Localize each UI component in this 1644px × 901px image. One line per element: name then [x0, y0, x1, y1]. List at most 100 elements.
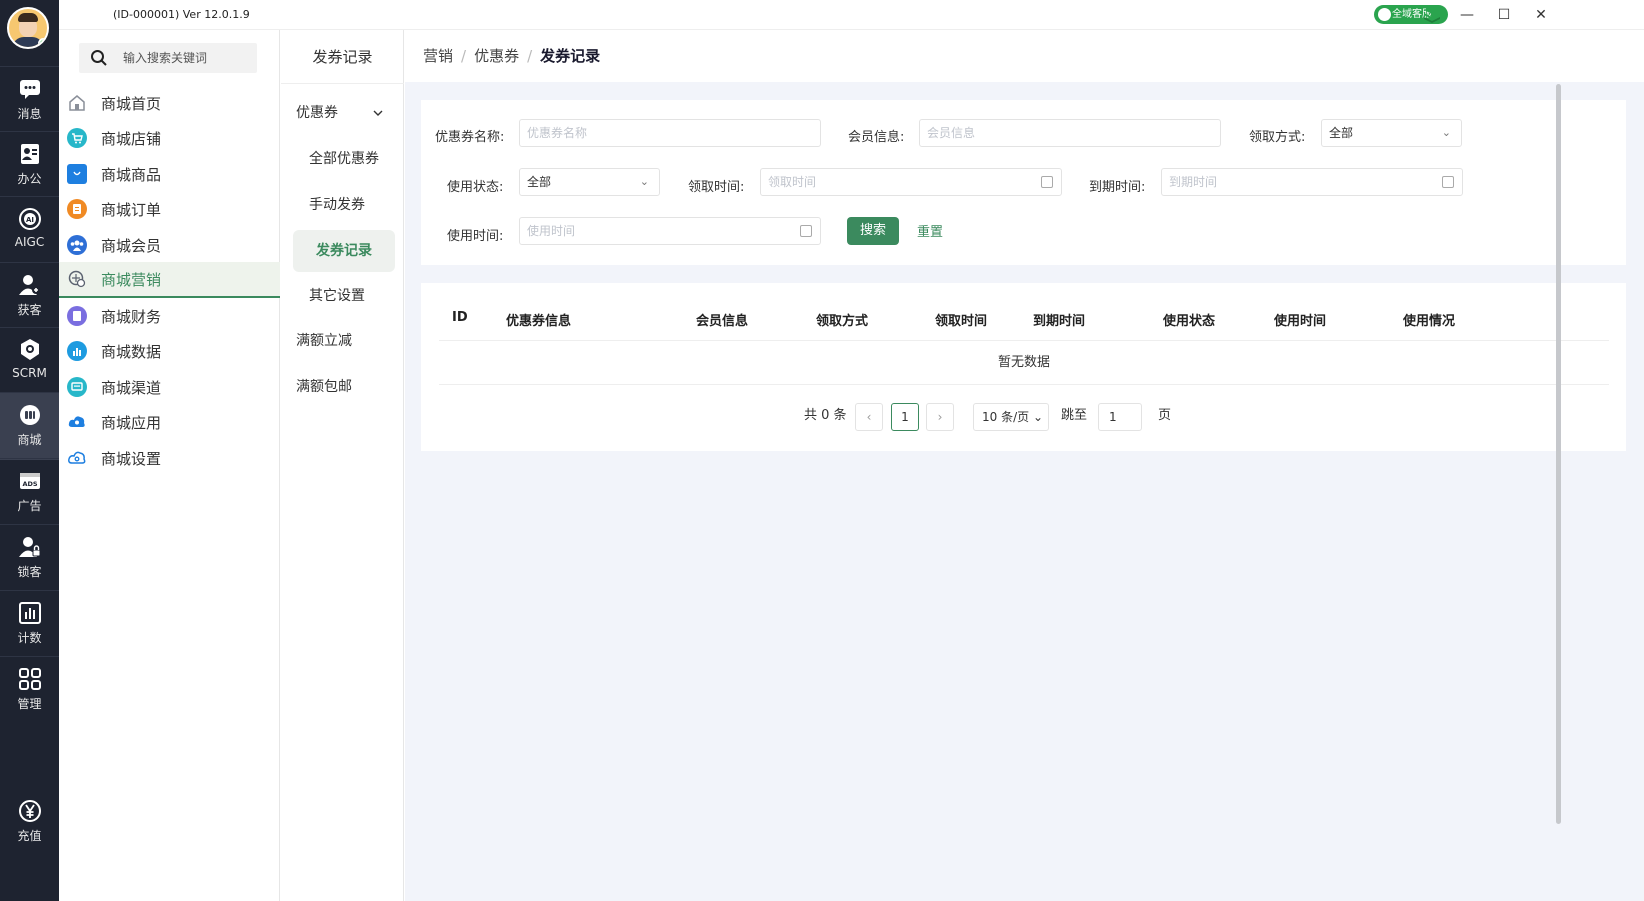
menu-item-label: 商城数据	[101, 342, 162, 361]
expire-time-picker[interactable]: 到期时间	[1161, 168, 1463, 196]
menu-item-label: 商城设置	[101, 449, 162, 468]
rail-label: 计数	[17, 631, 42, 645]
minimize-button[interactable]: —	[1457, 5, 1477, 25]
menu-item-store-channels[interactable]: 商城渠道	[59, 369, 280, 405]
search-button[interactable]: 搜索	[847, 217, 899, 245]
grid-icon	[18, 668, 41, 690]
menu-item-label: 商城渠道	[101, 378, 162, 397]
subnav-item-all-coupons[interactable]: 全部优惠券	[281, 138, 404, 180]
coupon-name-input[interactable]: 优惠券名称	[519, 119, 821, 147]
order-icon	[67, 199, 87, 219]
rail-item-count[interactable]: 计数	[0, 590, 59, 658]
reset-button[interactable]: 重置	[917, 221, 943, 240]
rail-item-ads[interactable]: ADS 广告	[0, 458, 59, 526]
menu-item-label: 商城订单	[101, 200, 162, 219]
menu-item-store-products[interactable]: 商城商品	[59, 156, 280, 192]
column-header: 使用状态	[1163, 314, 1216, 329]
cart-icon	[67, 128, 87, 148]
menu-item-store-settings[interactable]: 商城设置	[59, 440, 280, 476]
search-input[interactable]	[123, 48, 253, 68]
rail-label: 商城	[17, 433, 42, 447]
chevron-down-icon: ⌄	[1441, 126, 1451, 139]
rail-item-messages[interactable]: 消息	[0, 66, 59, 134]
rail-item-acquire[interactable]: 获客	[0, 262, 59, 330]
jump-page-input[interactable]: 1	[1098, 403, 1142, 431]
chevron-down-icon: ⌄	[639, 175, 649, 188]
subnav-item-threshold-discount[interactable]: 满额立减	[281, 320, 404, 362]
avatar[interactable]	[7, 7, 49, 49]
members-icon	[67, 235, 87, 255]
subnav-item-threshold-free-shipping[interactable]: 满额包邮	[281, 366, 404, 408]
menu-item-store-orders[interactable]: 商城订单	[59, 191, 280, 227]
member-info-input[interactable]: 会员信息	[919, 119, 1221, 147]
jump-label: 跳至	[1061, 408, 1088, 423]
subnav-item-issue-records[interactable]: 发券记录	[293, 230, 395, 272]
store-icon	[19, 405, 40, 425]
subnav-item-other-settings[interactable]: 其它设置	[281, 275, 404, 317]
receive-time-placeholder: 领取时间	[768, 175, 817, 189]
rail-label: 消息	[17, 107, 42, 121]
menu-item-store-finance[interactable]: 商城财务	[59, 298, 280, 334]
subnav-item-manual-issue[interactable]: 手动发券	[281, 184, 404, 226]
close-button[interactable]: ✕	[1531, 5, 1551, 25]
breadcrumb-marketing[interactable]: 营销	[423, 47, 453, 65]
menu-item-store-data[interactable]: 商城数据	[59, 333, 280, 369]
menu-item-label: 商城财务	[101, 307, 162, 326]
data-chart-icon	[67, 341, 87, 361]
subnav-group-coupons[interactable]: 优惠券	[281, 92, 404, 134]
use-status-value: 全部	[527, 175, 552, 189]
user-lock-icon	[18, 537, 40, 557]
scrm-icon	[20, 339, 39, 360]
calendar-icon	[800, 225, 812, 237]
rail-item-store[interactable]: 商城	[0, 392, 59, 460]
receive-method-select[interactable]: 全部 ⌄	[1321, 119, 1462, 147]
menu-item-label: 商城会员	[101, 236, 162, 255]
rail-label: AIGC	[14, 235, 45, 249]
rail-label: 广告	[17, 499, 42, 513]
rail-item-aigc[interactable]: AI AIGC	[0, 196, 59, 264]
menu-item-store-apps[interactable]: 商城应用	[59, 404, 280, 440]
rail-item-scrm[interactable]: SCRM	[0, 327, 59, 395]
rail-item-office[interactable]: 办公	[0, 131, 59, 199]
svg-text:AI: AI	[25, 216, 33, 224]
use-time-picker[interactable]: 使用时间	[519, 217, 821, 245]
use-status-select[interactable]: 全部 ⌄	[519, 168, 660, 196]
calendar-icon	[1041, 176, 1053, 188]
user-add-icon	[18, 275, 40, 295]
ai-icon: AI	[18, 208, 41, 230]
breadcrumb-coupons[interactable]: 优惠券	[474, 47, 519, 65]
rail-label: 办公	[17, 172, 42, 186]
column-header: 使用时间	[1274, 314, 1327, 329]
page-suffix: 页	[1158, 408, 1172, 423]
bar-chart-icon	[18, 602, 41, 624]
id-card-icon	[20, 144, 39, 164]
search-icon	[91, 50, 107, 66]
menu-item-store-marketing[interactable]: 商城营销	[59, 262, 280, 298]
scrollbar[interactable]	[1556, 84, 1561, 824]
page-number[interactable]: 1	[891, 403, 919, 431]
breadcrumb: 营销 / 优惠券 / 发券记录	[405, 30, 1644, 82]
rail-label: 管理	[17, 697, 42, 711]
menu-item-store-shop[interactable]: 商城店铺	[59, 120, 280, 156]
menu-item-label: 商城应用	[101, 413, 162, 432]
menu-item-store-members[interactable]: 商城会员	[59, 227, 280, 263]
next-page-button[interactable]: ›	[926, 403, 954, 431]
maximize-button[interactable]: ☐	[1494, 5, 1514, 25]
layers-icon[interactable]	[1422, 4, 1442, 24]
menu-item-store-home[interactable]: 商城首页	[59, 85, 280, 121]
menu-search[interactable]	[79, 43, 257, 73]
page-size-select[interactable]: 10 条/页 ⌄	[973, 403, 1049, 431]
subnav-title: 发券记录	[281, 30, 404, 84]
subnav-group-label: 优惠券	[296, 105, 338, 121]
rail-item-recharge[interactable]: 充值	[0, 789, 59, 857]
column-header: 领取时间	[935, 314, 988, 329]
chat-icon	[19, 80, 40, 99]
rail-item-manage[interactable]: 管理	[0, 656, 59, 724]
column-header: 使用情况	[1403, 314, 1456, 329]
prev-page-button[interactable]: ‹	[855, 403, 883, 431]
rail-item-lock-customer[interactable]: 锁客	[0, 524, 59, 592]
receive-time-picker[interactable]: 领取时间	[760, 168, 1062, 196]
receive-method-label: 领取方式:	[1249, 130, 1306, 145]
receive-method-value: 全部	[1329, 126, 1354, 140]
column-header: 会员信息	[696, 314, 749, 329]
